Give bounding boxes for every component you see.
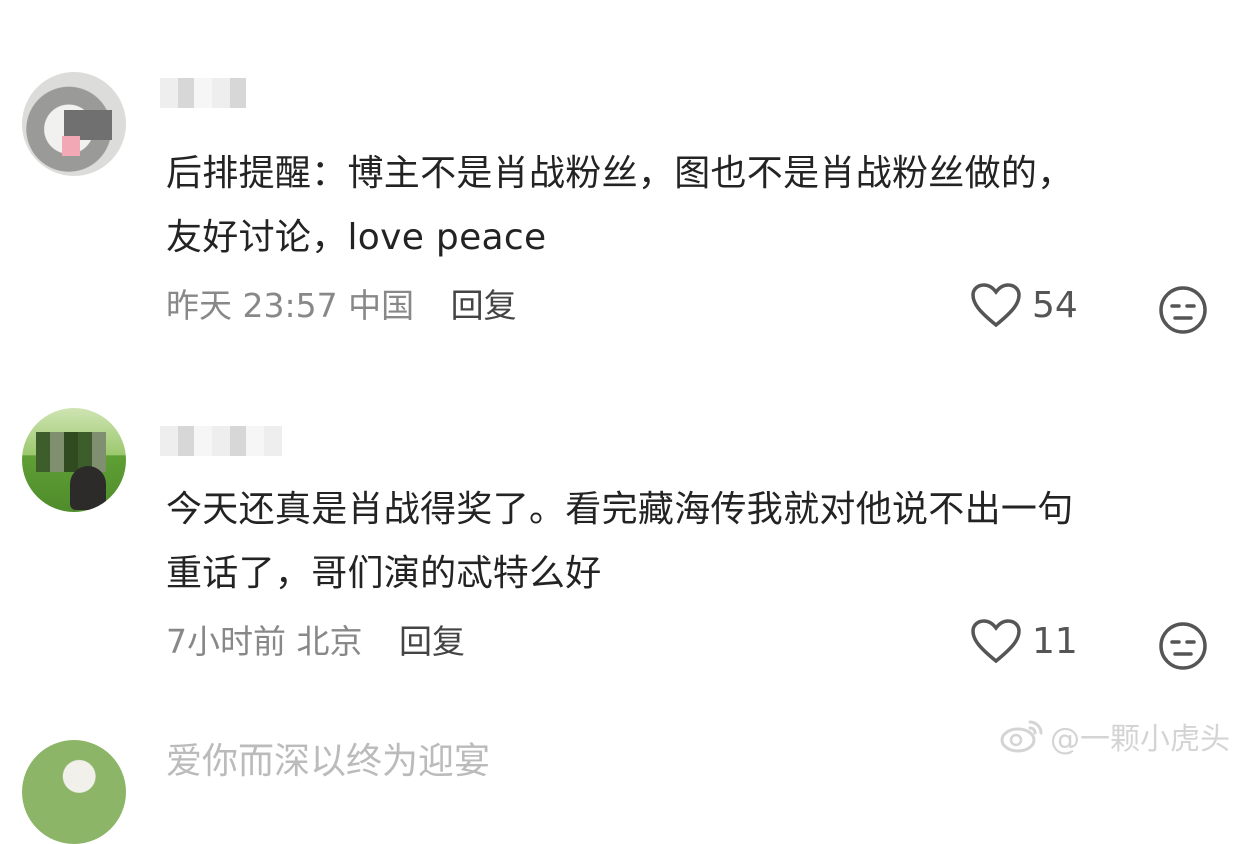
watermark: @一颗小虎头 xyxy=(1000,714,1230,758)
comment-meta: 昨天 23:57 中国 回复 xyxy=(166,286,517,326)
watermark-text: @一颗小虎头 xyxy=(1050,722,1230,757)
comment-meta: 7小时前 北京 回复 xyxy=(166,622,465,662)
comment-time: 昨天 23:57 xyxy=(166,286,338,325)
heart-icon xyxy=(971,283,1021,328)
comment-location: 中国 xyxy=(348,286,415,325)
like-button[interactable]: 11 xyxy=(970,618,1078,664)
avatar[interactable] xyxy=(22,72,126,176)
comment-text: 后排提醒：博主不是肖战粉丝，图也不是肖战粉丝做的， 友好讨论，love peac… xyxy=(166,153,1074,258)
like-button[interactable]: 54 xyxy=(970,282,1078,328)
neutral-face-icon xyxy=(1159,286,1207,334)
dislike-button[interactable] xyxy=(1158,285,1208,335)
neutral-face-icon xyxy=(1159,622,1207,670)
comment-text: 爱你而深以终为迎宴 xyxy=(166,741,491,782)
comment-text: 今天还真是肖战得奖了。看完藏海传我就对他说不出一句 重话了，哥们演的忒特么好 xyxy=(166,489,1074,594)
heart-icon xyxy=(971,619,1021,664)
weibo-icon xyxy=(1000,720,1043,753)
like-count: 11 xyxy=(1032,620,1078,662)
comment-location: 北京 xyxy=(296,622,363,661)
comment-time: 7小时前 xyxy=(166,622,286,661)
reply-button[interactable]: 回复 xyxy=(399,622,465,661)
like-count: 54 xyxy=(1032,284,1078,326)
username-blurred[interactable] xyxy=(160,426,282,456)
reply-button[interactable]: 回复 xyxy=(451,286,517,325)
avatar[interactable] xyxy=(22,740,126,844)
dislike-button[interactable] xyxy=(1158,621,1208,671)
username-blurred[interactable] xyxy=(160,78,246,108)
avatar[interactable] xyxy=(22,408,126,512)
